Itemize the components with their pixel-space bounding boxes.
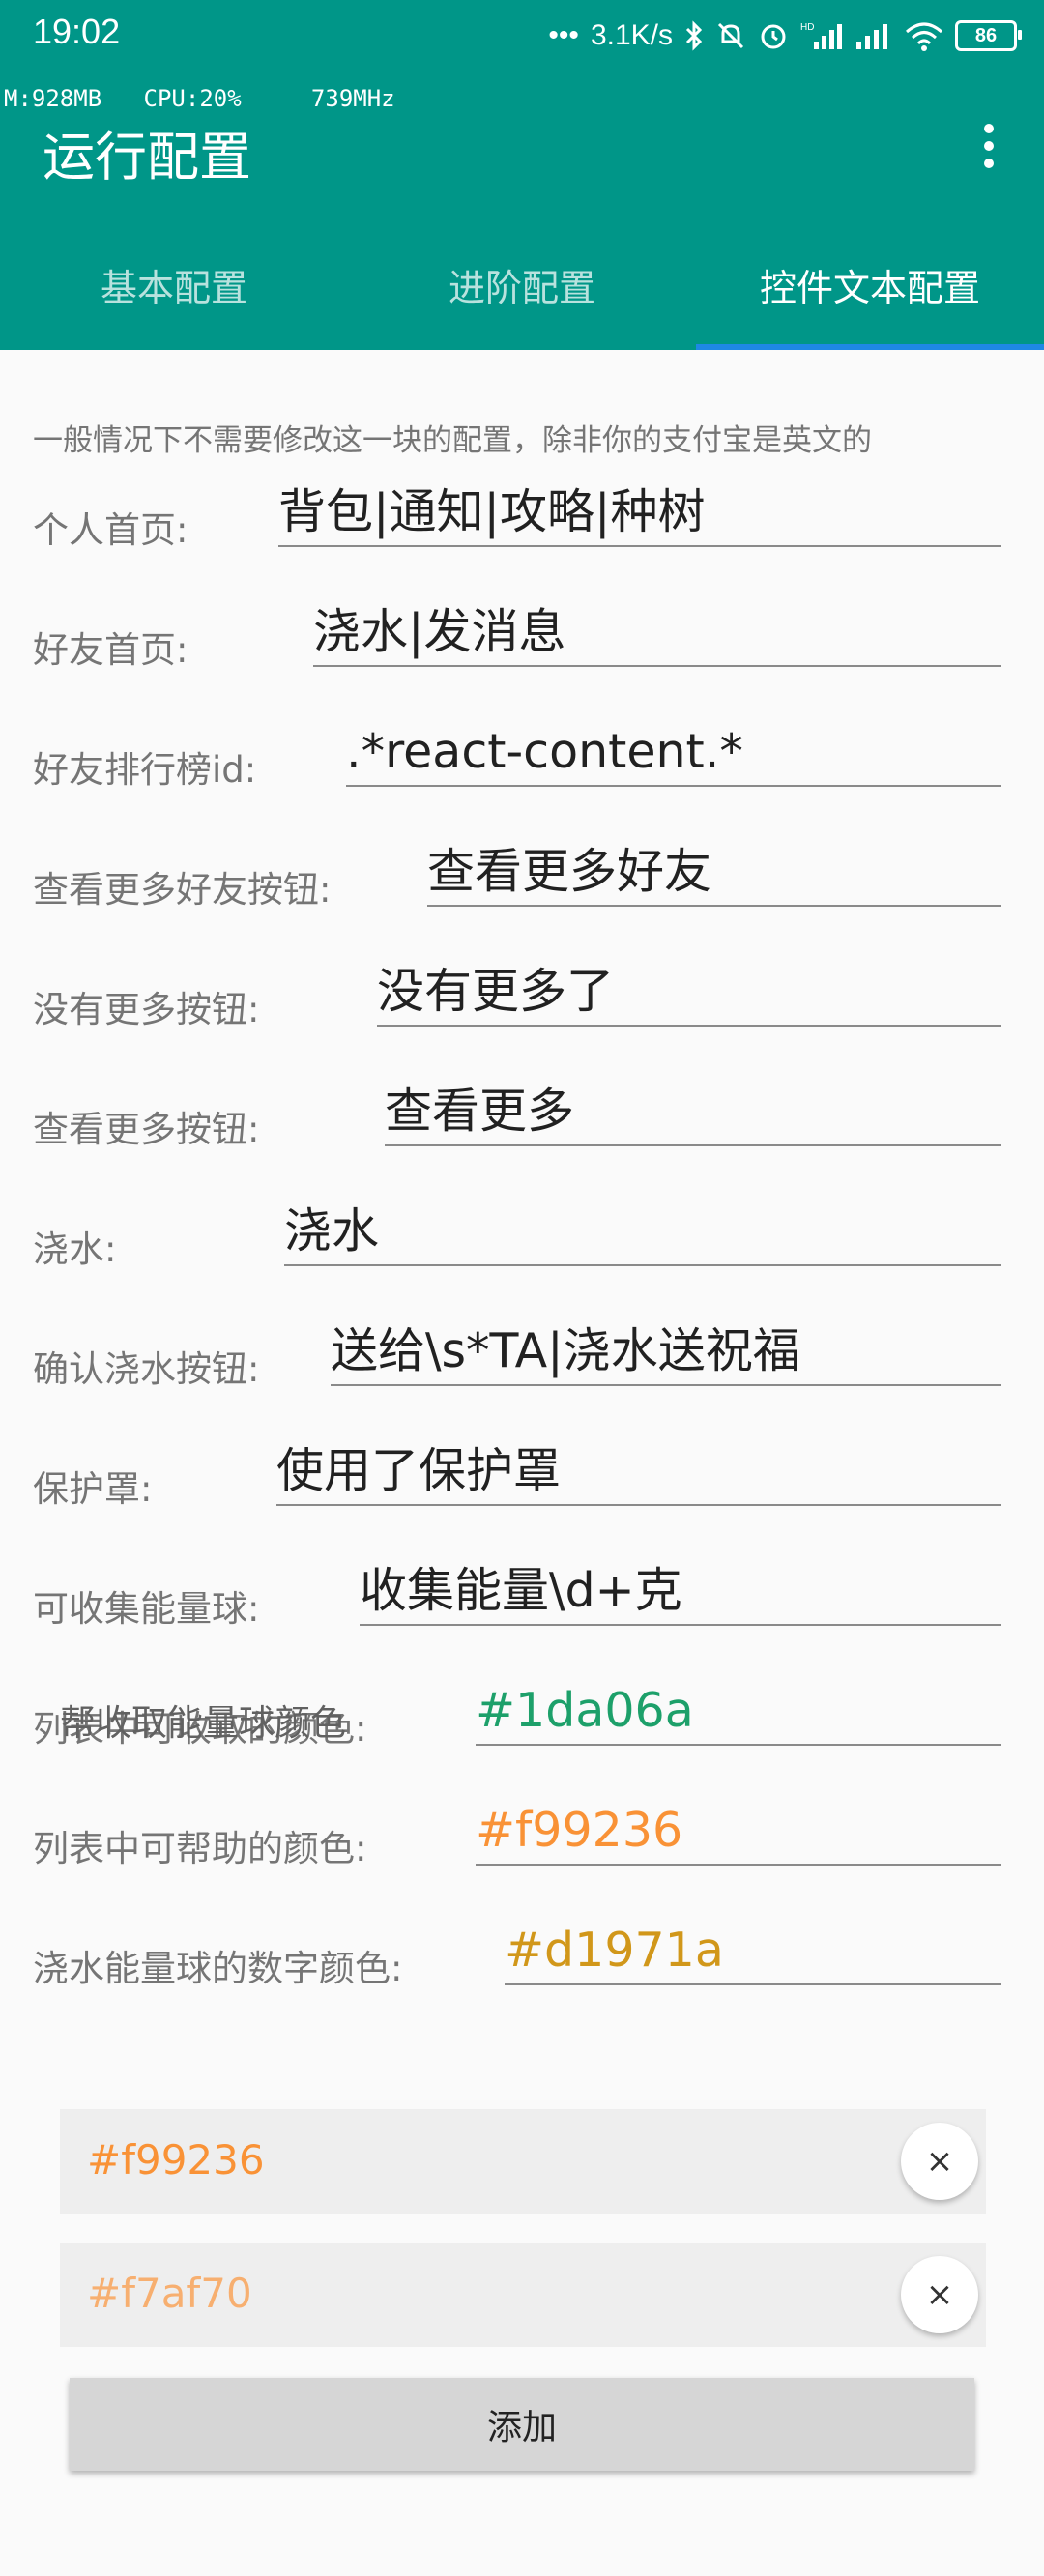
field-row-friend-rank-id: 好友排行榜id: .*react-content.* (33, 721, 1001, 793)
status-bar: 19:02 ••• 3.1K/s HD 86 (0, 0, 1044, 72)
more-dots-icon: ••• (548, 19, 579, 51)
view-more-input[interactable]: 查看更多 (385, 1081, 1001, 1146)
collectable-ball-input[interactable]: 收集能量\d+克 (360, 1560, 1001, 1626)
field-label: 可收集能量球: (33, 1588, 260, 1630)
field-label: 列表中可帮助的颜色: (33, 1828, 367, 1869)
field-row-helpable-color: 列表中可帮助的颜色: #f99236 (33, 1800, 1001, 1871)
perf-cpu: CPU:20% (143, 85, 242, 112)
perf-mem: M:928MB (4, 85, 102, 112)
status-time: 19:02 (33, 12, 121, 51)
friend-rank-id-input[interactable]: .*react-content.* (346, 721, 1001, 787)
confirm-water-input[interactable]: 送给\s*TA|浇水送祝福 (331, 1320, 1001, 1386)
field-label: 查看更多好友按钮: (33, 869, 332, 911)
field-row-water: 浇水: 浇水 (33, 1201, 1001, 1272)
alarm-icon (758, 20, 789, 51)
close-icon: × (925, 2275, 954, 2314)
field-label: 保护罩: (33, 1468, 153, 1510)
field-label: 确认浇水按钮: (33, 1348, 260, 1390)
signal-icon (855, 20, 893, 51)
bluetooth-icon (684, 20, 704, 51)
hd-signal-icon: HD (800, 20, 843, 51)
help-color-item[interactable]: #f99236 × (60, 2109, 986, 2214)
friend-home-input[interactable]: 浇水|发消息 (313, 601, 1001, 667)
shield-input[interactable]: 使用了保护罩 (276, 1440, 1001, 1506)
field-row-personal-home: 个人首页: 背包|通知|攻略|种树 (33, 481, 1001, 553)
mute-bell-icon (715, 20, 746, 51)
no-more-input[interactable]: 没有更多了 (377, 961, 1001, 1027)
overflow-menu-icon[interactable] (976, 124, 1001, 174)
wifi-icon (905, 20, 943, 51)
help-color-item[interactable]: #f7af70 × (60, 2243, 986, 2347)
collectable-color-input[interactable]: #1da06a (476, 1680, 1001, 1746)
hint-text: 一般情况下不需要修改这一块的配置，除非你的支付宝是英文的 (33, 423, 872, 458)
field-row-shield: 保护罩: 使用了保护罩 (33, 1440, 1001, 1512)
field-row-confirm-water: 确认浇水按钮: 送给\s*TA|浇水送祝福 (33, 1320, 1001, 1392)
field-row-collectable-ball: 可收集能量球: 收集能量\d+克 (33, 1560, 1001, 1632)
tab-bar: 基本配置 进阶配置 控件文本配置 (0, 242, 1044, 350)
help-color-value[interactable]: #f7af70 (87, 2270, 252, 2317)
page-title: 运行配置 (43, 129, 251, 187)
helpable-color-input[interactable]: #f99236 (476, 1800, 1001, 1866)
field-label: 浇水: (33, 1229, 117, 1270)
help-colors-title: 帮收取能量球颜色 (60, 1702, 346, 1744)
add-color-button[interactable]: 添加 (70, 2378, 974, 2471)
perf-freq: 739MHz (310, 85, 395, 112)
remove-color-button[interactable]: × (901, 2256, 978, 2333)
tab-widget-text-config[interactable]: 控件文本配置 (696, 242, 1044, 350)
tab-advanced-config[interactable]: 进阶配置 (348, 242, 696, 350)
remove-color-button[interactable]: × (901, 2123, 978, 2200)
field-row-friend-home: 好友首页: 浇水|发消息 (33, 601, 1001, 673)
tab-basic-config[interactable]: 基本配置 (0, 242, 348, 350)
water-ball-number-color-input[interactable]: #d1971a (505, 1920, 1001, 1985)
personal-home-input[interactable]: 背包|通知|攻略|种树 (278, 481, 1001, 547)
status-icons: ••• 3.1K/s HD 86 (548, 14, 1022, 58)
app-bar: 19:02 ••• 3.1K/s HD 86 M:928MB CPU:20% 7… (0, 0, 1044, 350)
help-color-value[interactable]: #f99236 (87, 2136, 265, 2184)
field-row-water-ball-number-color: 浇水能量球的数字颜色: #d1971a (33, 1920, 1001, 1991)
net-speed: 3.1K/s (590, 19, 673, 51)
field-row-no-more: 没有更多按钮: 没有更多了 (33, 961, 1001, 1032)
water-input[interactable]: 浇水 (284, 1201, 1001, 1266)
perf-overlay: M:928MB CPU:20% 739MHz (4, 85, 395, 112)
field-row-view-more: 查看更多按钮: 查看更多 (33, 1081, 1001, 1152)
view-more-friends-input[interactable]: 查看更多好友 (427, 841, 1001, 907)
field-row-view-more-friends: 查看更多好友按钮: 查看更多好友 (33, 841, 1001, 912)
field-label: 好友排行榜id: (33, 749, 257, 791)
svg-text:HD: HD (800, 22, 814, 33)
field-label: 没有更多按钮: (33, 989, 260, 1030)
field-label: 查看更多按钮: (33, 1109, 260, 1150)
field-label: 个人首页: (33, 509, 188, 551)
battery-icon: 86 (955, 20, 1022, 51)
close-icon: × (925, 2142, 954, 2181)
field-label: 浇水能量球的数字颜色: (33, 1948, 403, 1989)
field-label: 好友首页: (33, 629, 188, 671)
